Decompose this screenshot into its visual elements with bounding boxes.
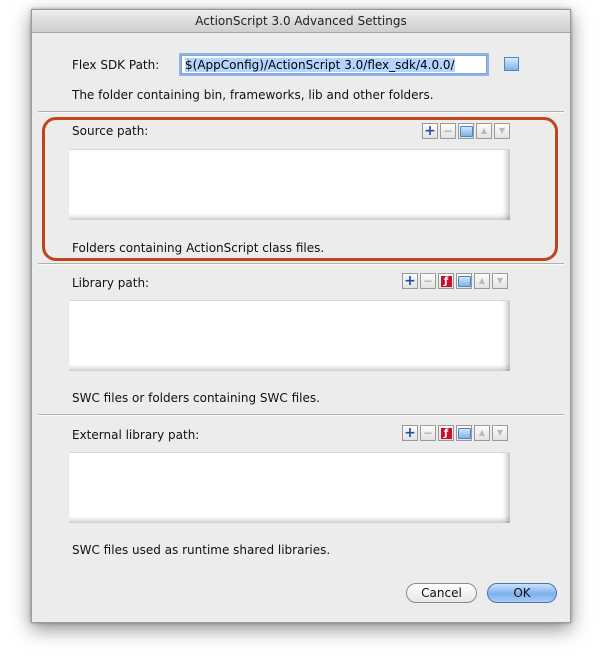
browse-folder-icon[interactable] [504, 57, 519, 71]
remove-path-button[interactable]: − [420, 425, 436, 441]
add-swc-button[interactable]: ƒ [438, 273, 454, 289]
arrow-down-icon: ▼ [496, 428, 504, 437]
move-down-button[interactable]: ▼ [492, 425, 508, 441]
move-down-button[interactable]: ▼ [492, 273, 508, 289]
library-path-toolbar: + − ƒ ▲ ▼ [402, 273, 508, 289]
arrow-up-icon: ▲ [478, 428, 486, 437]
flash-icon: ƒ [440, 275, 452, 287]
library-path-label: Library path: [72, 276, 150, 290]
minus-icon: − [422, 274, 434, 288]
separator [38, 111, 564, 113]
browse-folder-button[interactable] [456, 425, 472, 441]
external-library-path-list[interactable] [69, 452, 510, 523]
move-up-button[interactable]: ▲ [474, 273, 490, 289]
sdk-path-label: Flex SDK Path: [72, 58, 160, 72]
separator [38, 414, 564, 416]
plus-icon: + [404, 273, 416, 289]
external-library-path-toolbar: + − ƒ ▲ ▼ [402, 425, 508, 441]
library-path-hint: SWC files or folders containing SWC file… [72, 391, 320, 405]
add-path-button[interactable]: + [402, 273, 418, 289]
separator [38, 263, 564, 265]
highlight-annotation [42, 117, 558, 261]
plus-icon: + [404, 425, 416, 441]
add-swc-button[interactable]: ƒ [438, 425, 454, 441]
ok-button[interactable]: OK [487, 583, 557, 603]
external-library-path-label: External library path: [72, 428, 200, 442]
folder-icon [457, 427, 471, 439]
arrow-down-icon: ▼ [496, 276, 504, 285]
external-library-path-hint: SWC files used as runtime shared librari… [72, 543, 331, 557]
add-path-button[interactable]: + [402, 425, 418, 441]
dialog-title: ActionScript 3.0 Advanced Settings [32, 10, 570, 33]
library-path-list[interactable] [69, 300, 510, 371]
arrow-up-icon: ▲ [478, 276, 486, 285]
folder-icon [457, 275, 471, 287]
sdk-path-value: $(AppConfig)/ActionScript 3.0/flex_sdk/4… [185, 58, 455, 72]
remove-path-button[interactable]: − [420, 273, 436, 289]
move-up-button[interactable]: ▲ [474, 425, 490, 441]
flash-icon: ƒ [440, 427, 452, 439]
cancel-button[interactable]: Cancel [406, 583, 477, 603]
sdk-path-hint: The folder containing bin, frameworks, l… [72, 88, 434, 102]
sdk-path-input[interactable]: $(AppConfig)/ActionScript 3.0/flex_sdk/4… [179, 53, 489, 76]
minus-icon: − [422, 426, 434, 440]
browse-folder-button[interactable] [456, 273, 472, 289]
advanced-settings-dialog: ActionScript 3.0 Advanced Settings Flex … [31, 9, 571, 623]
